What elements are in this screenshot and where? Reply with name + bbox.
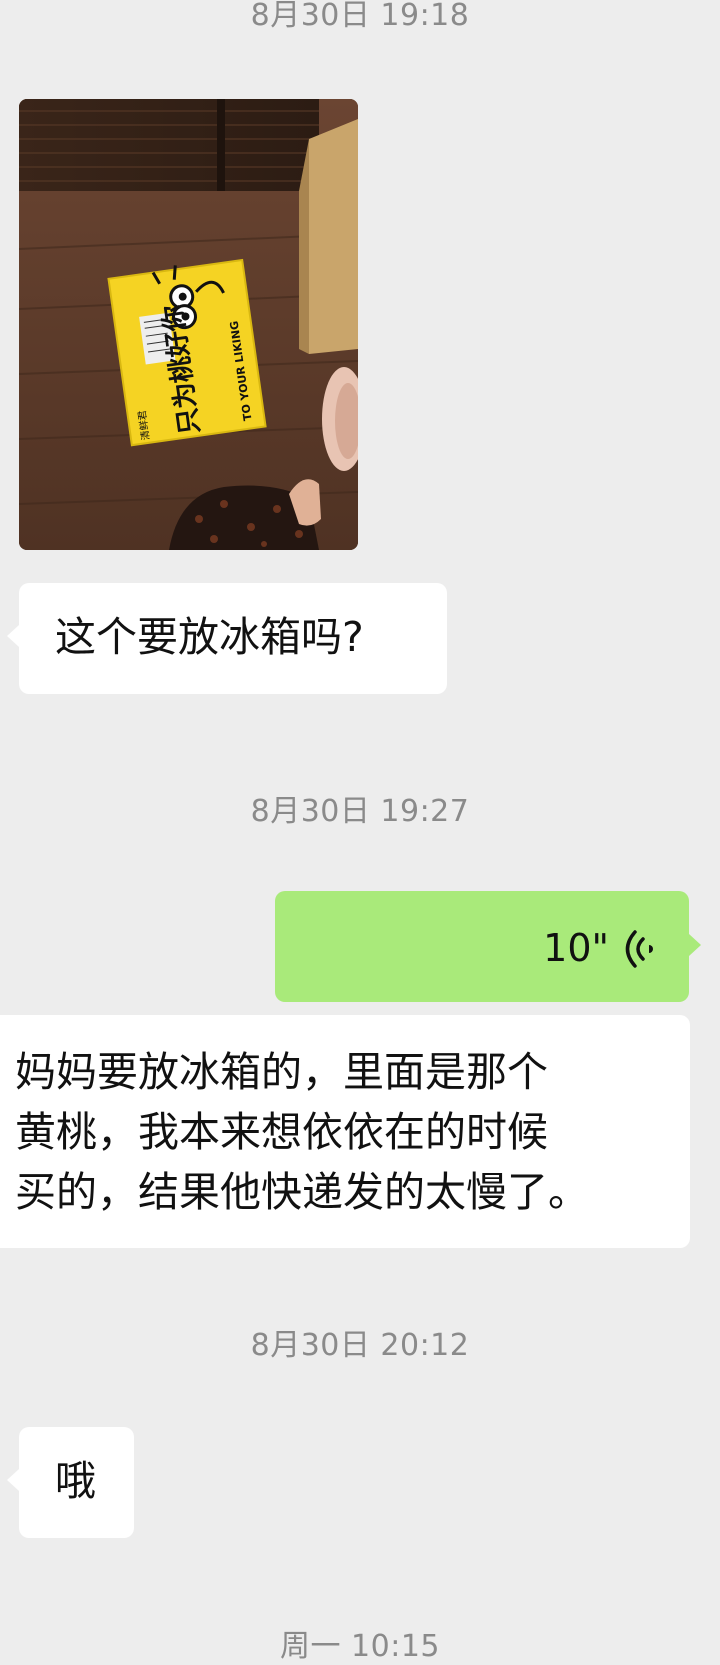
- incoming-message-bubble[interactable]: 这个要放冰箱吗?: [7, 583, 447, 694]
- incoming-message-bubble[interactable]: 妈妈要放冰箱的，里面是那个 黄桃，我本来想依依在的时候 买的，结果他快递发的太慢…: [0, 1015, 690, 1248]
- image-message[interactable]: 只为桃好你 TO YOUR LIKING 清鲜君: [19, 99, 358, 550]
- voice-message-bubble[interactable]: 10": [275, 891, 701, 1002]
- voice-duration: 10": [543, 926, 609, 970]
- message-text: 妈妈要放冰箱的，里面是那个 黄桃，我本来想依依在的时候 买的，结果他快递发的太慢…: [15, 1048, 589, 1216]
- incoming-message-bubble[interactable]: 哦: [7, 1427, 134, 1538]
- timestamp: 周一 10:15: [280, 1629, 440, 1664]
- voice-wave-icon: [625, 930, 653, 968]
- message-text: 哦: [55, 1457, 96, 1505]
- timestamp: 8月30日 19:27: [250, 794, 470, 829]
- package-photo: 只为桃好你 TO YOUR LIKING 清鲜君: [19, 99, 358, 550]
- message-text: 这个要放冰箱吗?: [55, 613, 364, 661]
- timestamp: 8月30日 19:18: [250, 0, 470, 33]
- timestamp: 8月30日 20:12: [250, 1328, 470, 1363]
